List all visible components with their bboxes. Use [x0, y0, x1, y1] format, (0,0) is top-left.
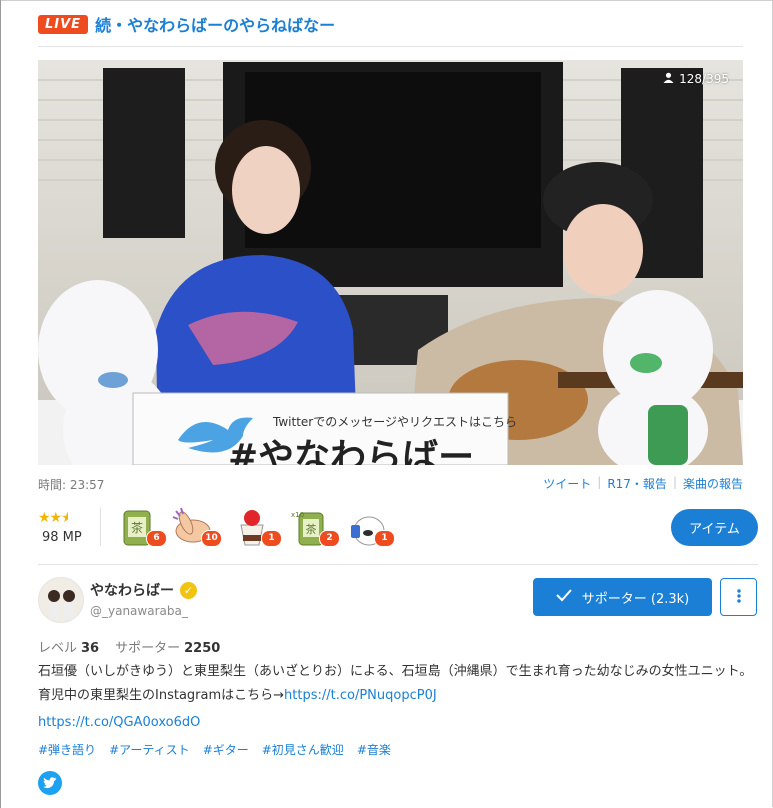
tag[interactable]: #ギター	[203, 741, 249, 758]
video-frame	[38, 60, 743, 465]
tag[interactable]: #アーティスト	[109, 741, 190, 758]
svg-text:茶: 茶	[306, 523, 317, 536]
gift-count: 6	[146, 530, 167, 547]
r17-report-link[interactable]: R17・報告	[607, 475, 667, 492]
link-separator: |	[597, 475, 602, 489]
gift-count: 1	[374, 530, 395, 547]
stream-time: 時間: 23:57	[38, 478, 105, 492]
vertical-dots-icon	[736, 588, 741, 607]
gift-mascot[interactable]: 1	[345, 505, 395, 549]
divider	[100, 508, 101, 546]
check-icon	[556, 588, 572, 606]
tag[interactable]: #弾き語り	[38, 741, 96, 758]
viewer-count-text: 128/395	[679, 72, 729, 86]
tag[interactable]: #音楽	[357, 741, 391, 758]
board-hashtag: #やなわらばー	[228, 437, 475, 465]
level-label: レベル	[38, 641, 78, 656]
instagram-link[interactable]: https://t.co/PNuqopcP0J	[284, 688, 437, 703]
user-name-row: やなわらばー ✓	[90, 580, 197, 600]
rating: ★★★ 98 MP	[38, 510, 82, 545]
gift-parfait[interactable]: 1	[232, 505, 282, 549]
gift-clap[interactable]: 10	[172, 505, 222, 549]
star-rating: ★★★	[38, 510, 68, 526]
supporters-value: 2250	[184, 641, 221, 656]
mp-value: 98 MP	[42, 530, 82, 545]
tweet-link[interactable]: ツイート	[543, 475, 591, 492]
user-handle: @_yanawaraba_	[90, 604, 188, 618]
gift-count: 10	[201, 530, 222, 547]
supporter-button-label: サポーター (2.3k)	[581, 591, 690, 607]
divider	[38, 46, 743, 47]
user-name[interactable]: やなわらばー	[90, 580, 174, 600]
left-border	[0, 0, 1, 808]
supporters-label: サポーター	[115, 641, 181, 656]
verified-check-icon: ✓	[180, 581, 197, 599]
video-player[interactable]: Twitterでのメッセージやリクエストはこちら #やなわらばー 128/395	[38, 60, 743, 465]
link-separator: |	[672, 475, 677, 489]
twitter-bird-icon	[42, 774, 57, 793]
stream-title-bar: LIVE 続・やなわらばーのやらねばなー	[38, 13, 335, 35]
svg-text:茶: 茶	[131, 520, 143, 535]
twitter-button[interactable]	[38, 771, 62, 795]
live-badge: LIVE	[38, 14, 89, 34]
tag-list: #弾き語り #アーティスト #ギター #初見さん歓迎 #音楽	[38, 741, 391, 758]
star-full-icon: ★★	[38, 510, 62, 526]
action-links: ツイート | R17・報告 | 楽曲の報告	[543, 475, 743, 492]
user-stats: レベル 36 サポーター 2250	[38, 637, 236, 656]
gift-count: 2	[319, 530, 340, 547]
stream-title: 続・やなわらばーのやらねばなー	[95, 16, 336, 35]
item-button[interactable]: アイテム	[671, 509, 758, 546]
level-value: 36	[81, 641, 100, 656]
gift-tea-cup-x10[interactable]: 茶 x10 2	[290, 505, 340, 549]
svg-text:x10: x10	[291, 511, 304, 519]
song-report-link[interactable]: 楽曲の報告	[683, 475, 743, 492]
star-half-icon: ★	[61, 510, 69, 526]
viewer-count: 128/395	[663, 72, 729, 86]
tag[interactable]: #初見さん歓迎	[262, 741, 344, 758]
person-icon	[663, 72, 674, 86]
more-options-button[interactable]	[720, 578, 757, 616]
profile-description: 石垣優（いしがきゆう）と東里梨生（あいざとりお）による、石垣島（沖縄県）で生まれ…	[38, 660, 760, 708]
gift-tea-cup[interactable]: 茶 6	[117, 505, 167, 549]
avatar[interactable]	[38, 577, 84, 623]
supporter-button[interactable]: サポーター (2.3k)	[533, 578, 712, 616]
divider	[38, 564, 758, 565]
gift-count: 1	[261, 530, 282, 547]
profile-link[interactable]: https://t.co/QGA0oxo6dO	[38, 715, 200, 730]
